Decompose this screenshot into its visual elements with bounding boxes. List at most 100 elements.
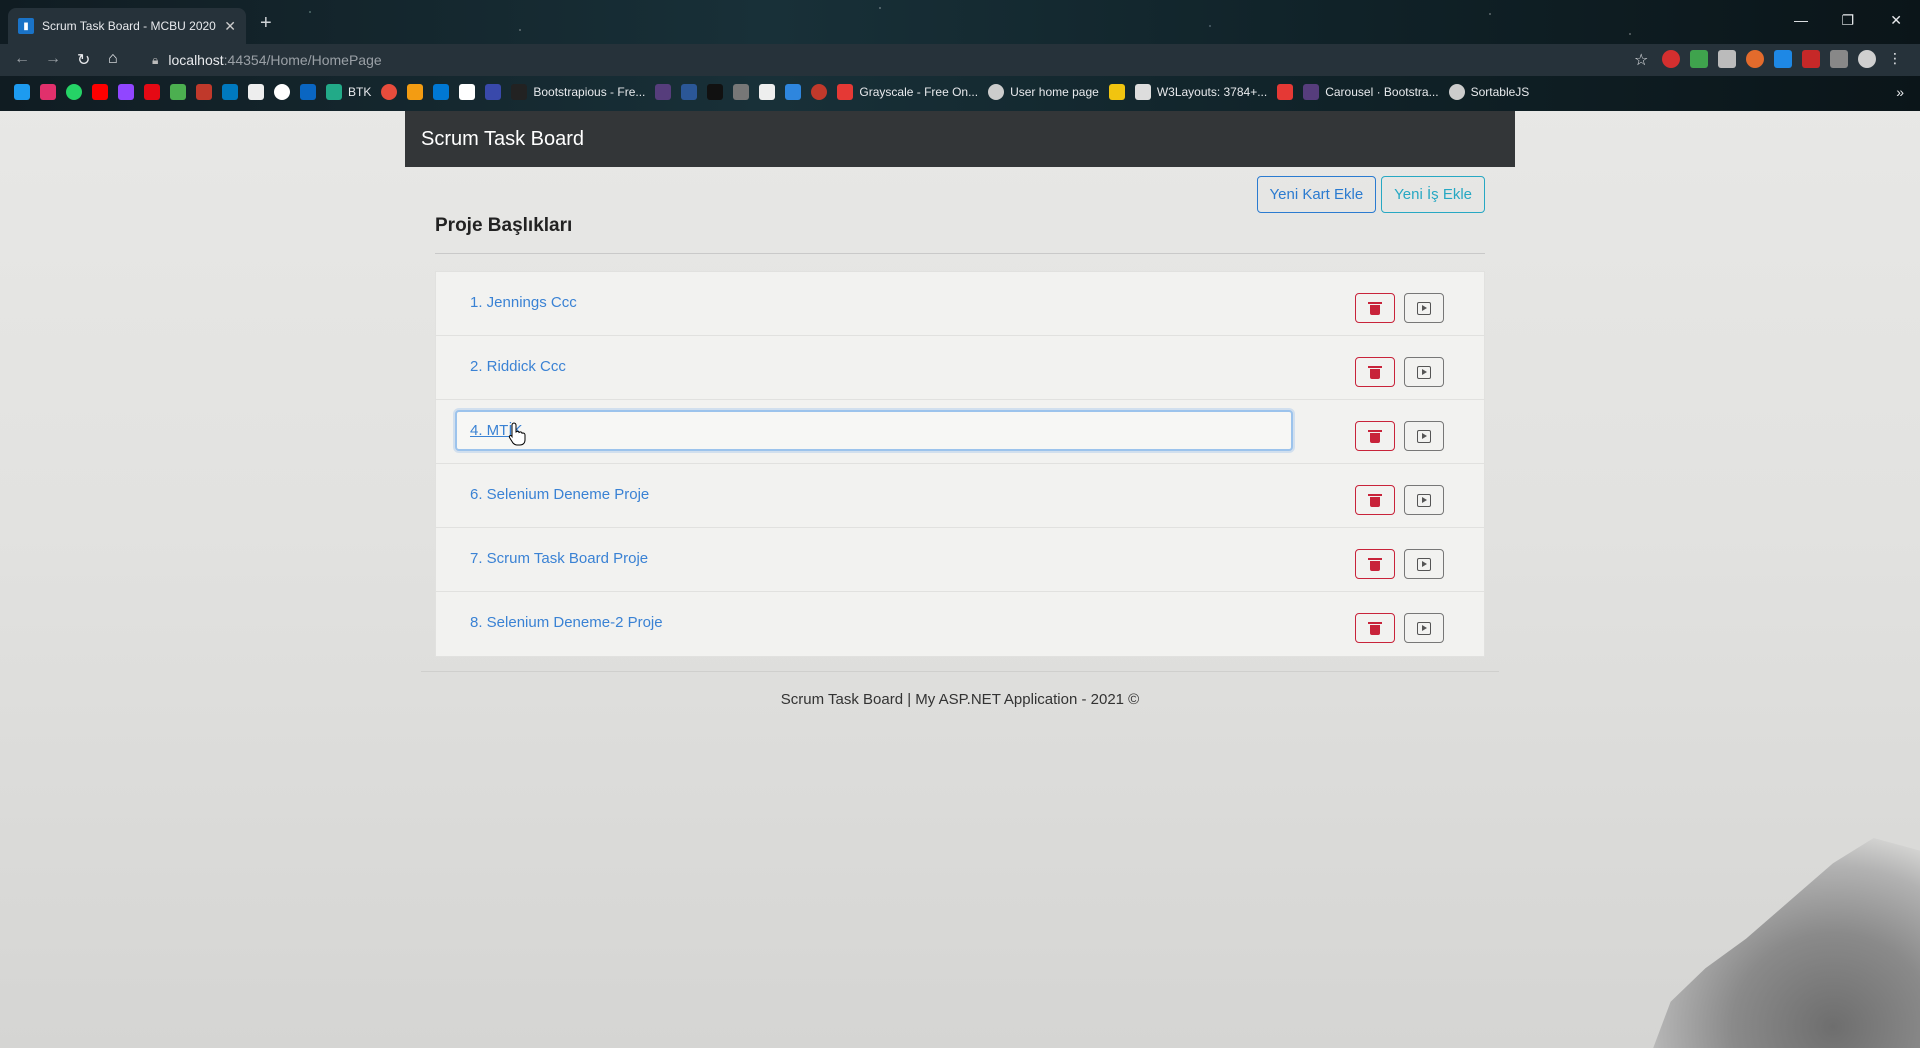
- reload-icon[interactable]: ↻: [77, 50, 90, 70]
- shield-icon[interactable]: [1690, 50, 1708, 68]
- bookmark-w3layouts[interactable]: W3Layouts: 3784+...: [1134, 84, 1267, 100]
- bookmark-icon[interactable]: [196, 84, 212, 100]
- delete-button[interactable]: [1355, 485, 1395, 515]
- color-picker-icon[interactable]: [1746, 50, 1764, 68]
- new-tab-icon[interactable]: +: [260, 13, 272, 33]
- hand-cursor-icon: [508, 422, 526, 446]
- extension-icon[interactable]: [1718, 50, 1736, 68]
- page-title: Proje Başlıkları: [435, 215, 573, 236]
- list-item: 2. Riddick Ccc: [436, 336, 1484, 400]
- bookmark-icon[interactable]: [407, 84, 424, 100]
- star-icon[interactable]: ☆: [1634, 50, 1652, 69]
- menu-icon[interactable]: ⋮: [1886, 50, 1904, 68]
- whatsapp-icon[interactable]: [66, 84, 82, 100]
- w3layouts-icon: [1134, 84, 1151, 100]
- project-link[interactable]: 2. Riddick Ccc: [470, 358, 566, 375]
- extension-red-icon[interactable]: [1802, 50, 1820, 68]
- navbar-brand[interactable]: Scrum Task Board: [421, 128, 584, 151]
- list-item: 8. Selenium Deneme-2 Proje: [436, 592, 1484, 656]
- open-button[interactable]: [1404, 485, 1444, 515]
- open-button[interactable]: [1404, 293, 1444, 323]
- home-icon[interactable]: ⌂: [108, 50, 118, 68]
- restore-icon[interactable]: ❐: [1841, 12, 1854, 29]
- bookmark-icon[interactable]: [1108, 84, 1125, 100]
- bookmark-carousel[interactable]: Carousel · Bootstra...: [1303, 84, 1439, 100]
- bookmark-sortablejs[interactable]: SortableJS: [1448, 84, 1529, 100]
- tab-bar: ▮ Scrum Task Board - MCBU 2020 ✕ + — ❐ ✕: [0, 0, 1920, 44]
- browser-tab[interactable]: ▮ Scrum Task Board - MCBU 2020 ✕: [8, 8, 246, 44]
- play-icon: [1417, 301, 1431, 315]
- delete-button[interactable]: [1355, 549, 1395, 579]
- more-bookmarks-icon[interactable]: »: [1896, 84, 1904, 100]
- bookmark-icon[interactable]: [707, 84, 724, 100]
- trash-icon: [1368, 557, 1382, 571]
- instagram-icon[interactable]: [40, 84, 56, 100]
- tab-title: Scrum Task Board - MCBU 2020: [42, 19, 216, 33]
- minimize-icon[interactable]: —: [1794, 12, 1808, 28]
- bookmark-icon[interactable]: [459, 84, 476, 100]
- close-window-icon[interactable]: ✕: [1890, 12, 1902, 29]
- puzzle-icon[interactable]: [1830, 50, 1848, 68]
- new-task-button[interactable]: Yeni İş Ekle: [1381, 176, 1485, 213]
- open-button[interactable]: [1404, 357, 1444, 387]
- project-link-focused[interactable]: 4. MTİK: [455, 410, 1293, 451]
- play-icon: [1417, 621, 1431, 635]
- bookmark-icon[interactable]: [170, 84, 186, 100]
- delete-button[interactable]: [1355, 357, 1395, 387]
- globe-icon: [988, 84, 1005, 100]
- bookmark-grayscale[interactable]: Grayscale - Free On...: [837, 84, 978, 100]
- bookmark-btk[interactable]: BTK: [326, 84, 371, 100]
- project-link[interactable]: 6. Selenium Deneme Proje: [470, 486, 649, 503]
- twitter-icon[interactable]: [14, 84, 30, 100]
- play-icon: [1417, 493, 1431, 507]
- outlook-icon[interactable]: [433, 84, 450, 100]
- project-link[interactable]: 1. Jennings Ccc: [470, 294, 577, 311]
- grayscale-icon: [837, 84, 854, 100]
- github-icon[interactable]: [274, 84, 290, 100]
- forward-icon[interactable]: →: [45, 50, 61, 68]
- trash-icon: [1368, 365, 1382, 379]
- project-link[interactable]: 8. Selenium Deneme-2 Proje: [470, 614, 663, 631]
- bookmark-user-home[interactable]: User home page: [988, 84, 1099, 100]
- open-button[interactable]: [1404, 421, 1444, 451]
- bootstrap-icon: [1303, 84, 1320, 100]
- url-path: :44354/Home/HomePage: [223, 52, 382, 68]
- footer-divider: [421, 671, 1499, 672]
- bookmark-icon[interactable]: [733, 84, 750, 100]
- bookmark-icon[interactable]: [248, 84, 264, 100]
- trello-icon[interactable]: [222, 84, 238, 100]
- list-item: 4. MTİK: [436, 400, 1484, 464]
- delete-button[interactable]: [1355, 613, 1395, 643]
- open-button[interactable]: [1404, 549, 1444, 579]
- bookmark-icon[interactable]: [759, 84, 776, 100]
- new-card-button[interactable]: Yeni Kart Ekle: [1256, 176, 1377, 213]
- youtube-icon[interactable]: [92, 84, 108, 100]
- avatar[interactable]: [1858, 50, 1876, 68]
- bookmarks-bar: BTK Bootstrapious - Fre... Grayscale - F…: [0, 78, 1920, 106]
- open-button[interactable]: [1404, 613, 1444, 643]
- play-icon: [1417, 557, 1431, 571]
- project-link[interactable]: 7. Scrum Task Board Proje: [470, 550, 648, 567]
- url-field[interactable]: 🔒︎ localhost:44354/Home/HomePage: [152, 49, 382, 71]
- back-icon[interactable]: ←: [14, 50, 30, 68]
- trash-icon: [1368, 621, 1382, 635]
- font-icon[interactable]: [1774, 50, 1792, 68]
- delete-button[interactable]: [1355, 421, 1395, 451]
- bookmark-icon[interactable]: [485, 84, 502, 100]
- close-tab-icon[interactable]: ✕: [224, 18, 236, 35]
- bookmark-icon[interactable]: [681, 84, 698, 100]
- delete-button[interactable]: [1355, 293, 1395, 323]
- adblock-icon[interactable]: [1662, 50, 1680, 68]
- top-navbar: Scrum Task Board: [405, 111, 1515, 167]
- bookmark-bootstrapious[interactable]: Bootstrapious - Fre...: [511, 84, 645, 100]
- bookmark-icon[interactable]: [381, 84, 398, 100]
- twitch-icon[interactable]: [118, 84, 134, 100]
- action-buttons: Yeni Kart Ekle Yeni İş Ekle: [1256, 176, 1485, 213]
- bookmark-icon[interactable]: [811, 84, 828, 100]
- bookmark-icon[interactable]: [785, 84, 802, 100]
- linkedin-icon[interactable]: [300, 84, 316, 100]
- bookmark-icon[interactable]: [1277, 84, 1294, 100]
- bootstrap-icon[interactable]: [655, 84, 672, 100]
- title-divider: [435, 253, 1485, 254]
- netflix-icon[interactable]: [144, 84, 160, 100]
